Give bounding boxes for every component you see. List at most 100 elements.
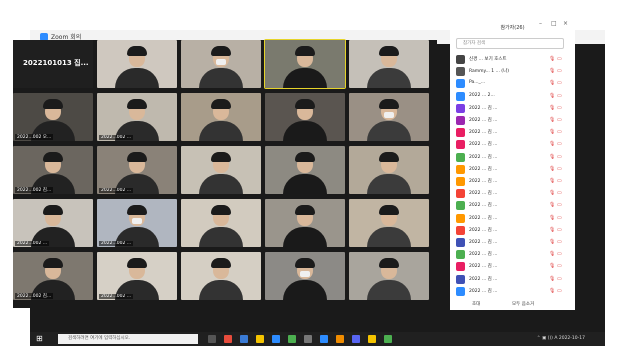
- app-icon[interactable]: [224, 335, 232, 343]
- person-hair: [379, 152, 399, 162]
- chrome-icon[interactable]: [288, 335, 296, 343]
- participant-list-item[interactable]: 2022 ... 2... 🎙 ▭: [456, 91, 566, 103]
- participant-list-item[interactable]: 2022 ... 김 ... 🎙 ▭: [456, 249, 566, 261]
- avatar: [456, 201, 465, 211]
- participant-video-tile[interactable]: [349, 40, 429, 88]
- participant-list-item[interactable]: 2022 ... 김 ... 🎙 ▭: [456, 103, 566, 115]
- app-icon[interactable]: [384, 335, 392, 343]
- camera-off-icon: ▭: [557, 190, 562, 197]
- participant-video-tile[interactable]: 2022...002 오...: [13, 93, 93, 141]
- avatar: [456, 262, 465, 272]
- taskbar-search-input[interactable]: 검색하려면 여기에 입력하십시오.: [58, 334, 198, 344]
- avatar: [456, 152, 465, 162]
- participant-list-item[interactable]: 2022 ... 김 ... 🎙 ▭: [456, 213, 566, 225]
- participant-name: 2022 ... 김 ...: [469, 215, 498, 221]
- participant-video-tile[interactable]: [349, 252, 429, 300]
- participant-list-item[interactable]: 2022 ... 김 ... 🎙 ▭: [456, 152, 566, 164]
- participant-video-tile[interactable]: [265, 252, 345, 300]
- participant-video-tile[interactable]: 2022...002 ...: [97, 199, 177, 247]
- participant-list-item[interactable]: 2022 ... 김 ... 🎙 ▭: [456, 188, 566, 200]
- person-hair: [379, 46, 399, 56]
- participant-list-item[interactable]: 2022 ... 김 ... 🎙 ▭: [456, 237, 566, 249]
- participant-name-label: 2022...002 ...: [99, 188, 134, 193]
- mic-muted-icon: 🎙: [549, 202, 556, 209]
- participant-name: 2022 ... 김 ...: [469, 154, 498, 160]
- person-hair: [127, 258, 147, 268]
- zoom-taskbar-icon[interactable]: [320, 335, 328, 343]
- mic-muted-icon: 🎙: [549, 165, 556, 172]
- participant-name: 2022 ... 김 ...: [469, 288, 498, 294]
- camera-off-icon: ▭: [557, 202, 562, 209]
- participant-video-tile[interactable]: [181, 199, 261, 247]
- participant-list-item[interactable]: 2022 ... 김 ... 🎙 ▭: [456, 200, 566, 212]
- participant-video-tile[interactable]: 2022...002 ...: [97, 146, 177, 194]
- person-hair: [43, 205, 63, 215]
- camera-off-icon: ▭: [557, 263, 562, 270]
- participant-video-tile[interactable]: [264, 39, 346, 89]
- participant-video-tile[interactable]: [265, 93, 345, 141]
- avatar: [456, 91, 465, 101]
- participant-video-tile[interactable]: [265, 199, 345, 247]
- person-hair: [127, 205, 147, 215]
- participant-video-tile[interactable]: [181, 146, 261, 194]
- participant-list-item[interactable]: 2022 ... 김 ... 🎙 ▭: [456, 176, 566, 188]
- person-hair: [211, 205, 231, 215]
- camera-off-icon: ▭: [557, 214, 562, 221]
- participant-name: 2022 ... 김 ...: [469, 105, 498, 111]
- participant-list-item[interactable]: 2022 ... 김 ... 🎙 ▭: [456, 115, 566, 127]
- participant-list-item[interactable]: 2022 ... 김 ... 🎙 ▭: [456, 261, 566, 273]
- participant-video-tile[interactable]: [97, 40, 177, 88]
- participant-name: 2022 ... 김 ...: [469, 166, 498, 172]
- participant-list-item[interactable]: 신경 ... 보기 호스트 🎙 ▭: [456, 54, 566, 66]
- participant-video-tile[interactable]: 2022...002 ...: [97, 252, 177, 300]
- participant-list-item[interactable]: 2022 ... 김 ... 🎙 ▭: [456, 274, 566, 286]
- participant-video-tile[interactable]: 2022...002 ...: [13, 199, 93, 247]
- participant-list-item[interactable]: 2022 ... 김 ... 🎙 ▭: [456, 225, 566, 237]
- app-icon[interactable]: [240, 335, 248, 343]
- avatar: [456, 286, 465, 296]
- mic-muted-icon: 🎙: [549, 141, 556, 148]
- participant-video-tile[interactable]: [181, 252, 261, 300]
- system-tray: ⌃ ▣ ))) A 2022-10-17: [536, 336, 585, 341]
- person-hair: [295, 46, 315, 56]
- camera-off-icon: ▭: [557, 56, 562, 62]
- participant-name: 2022 ... 김 ...: [469, 191, 498, 197]
- participant-video-tile[interactable]: [349, 199, 429, 247]
- app-icon[interactable]: [304, 335, 312, 343]
- participant-video-tile[interactable]: [181, 93, 261, 141]
- app-icon[interactable]: [336, 335, 344, 343]
- participant-video-tile[interactable]: 2022...002 김...: [13, 252, 93, 300]
- camera-off-icon: ▭: [557, 104, 562, 111]
- participant-search-input[interactable]: 참가자 검색: [456, 38, 564, 49]
- participant-video-tile[interactable]: [265, 146, 345, 194]
- mic-muted-icon: 🎙: [549, 129, 556, 136]
- avatar: [456, 55, 465, 64]
- task-view-icon[interactable]: [208, 335, 216, 343]
- participant-list-item[interactable]: 2022 ... 김 ... 🎙 ▭: [456, 286, 566, 298]
- participant-video-tile[interactable]: [349, 146, 429, 194]
- participant-list-item[interactable]: Pa..._... 🎙 ▭: [456, 78, 566, 90]
- mic-muted-icon: 🎙: [549, 239, 556, 245]
- mic-muted-icon: 🎙: [549, 287, 556, 294]
- mic-muted-icon: 🎙: [549, 68, 556, 75]
- avatar: [456, 238, 465, 247]
- windows-start-icon[interactable]: ⊞: [36, 335, 43, 343]
- avatar: [456, 140, 465, 150]
- participant-video-tile[interactable]: [349, 93, 429, 141]
- invite-button[interactable]: 초대: [472, 301, 480, 307]
- participant-list-item[interactable]: 2022 ... 김 ... 🎙 ▭: [456, 127, 566, 139]
- participant-list-item[interactable]: 2022 ... 김 ... 🎙 ▭: [456, 164, 566, 176]
- participant-list-item[interactable]: 2022 ... 김 ... 🎙 ▭: [456, 139, 566, 151]
- app-icon[interactable]: [368, 335, 376, 343]
- avatar: [456, 128, 465, 138]
- person-hair: [127, 99, 147, 109]
- mute-all-button[interactable]: 모두 음소거: [512, 301, 534, 307]
- person-hair: [43, 99, 63, 109]
- edge-icon[interactable]: [272, 335, 280, 343]
- participant-video-tile[interactable]: 2022...002 김...: [13, 146, 93, 194]
- participant-video-tile[interactable]: 2022...002 ...: [97, 93, 177, 141]
- app-icon[interactable]: [352, 335, 360, 343]
- folder-icon[interactable]: [256, 335, 264, 343]
- participant-list-item[interactable]: Rammy... 1 ... (나) 🎙 ▭: [456, 66, 566, 78]
- participant-video-tile[interactable]: [181, 40, 261, 88]
